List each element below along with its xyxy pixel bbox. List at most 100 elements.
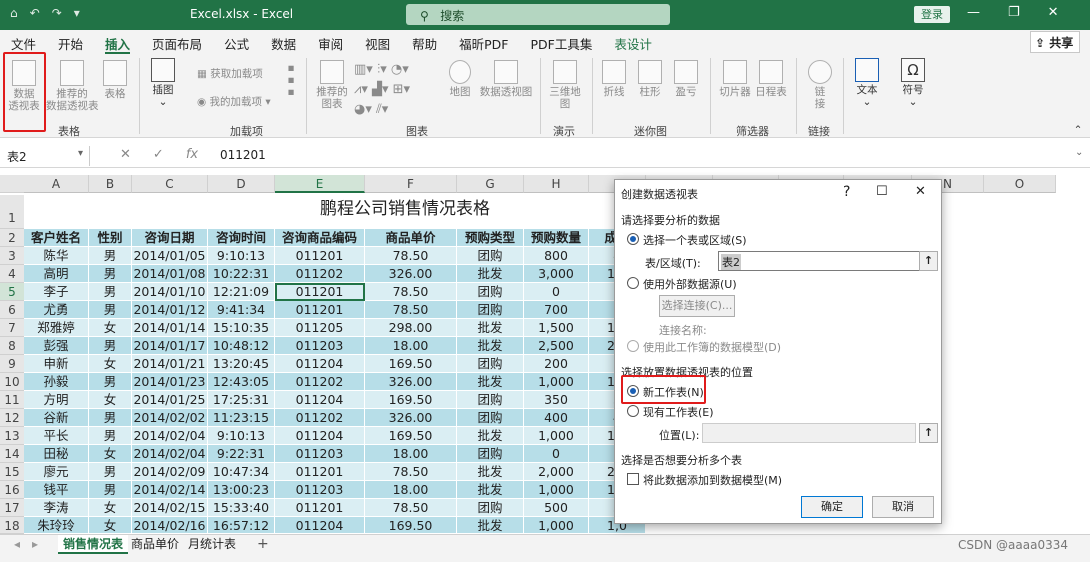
table-cell[interactable]: 18.00 (365, 445, 457, 463)
map-button[interactable]: 地图 (448, 60, 472, 98)
table-cell[interactable]: 10:48:12 (208, 337, 275, 355)
table-cell[interactable]: 男 (89, 427, 132, 445)
table-cell[interactable]: 13:20:45 (208, 355, 275, 373)
table-cell[interactable]: 11:23:15 (208, 409, 275, 427)
sheet-tab-price[interactable]: 商品单价 (126, 535, 184, 554)
table-cell[interactable]: 2014/02/15 (132, 499, 208, 517)
table-cell[interactable]: 批发 (457, 337, 524, 355)
table-cell[interactable]: 2014/01/17 (132, 337, 208, 355)
table-cell[interactable]: 700 (524, 301, 589, 319)
table-cell[interactable]: 田秘 (24, 445, 89, 463)
table-cell[interactable]: 2014/01/21 (132, 355, 208, 373)
table-cell[interactable]: 团购 (457, 247, 524, 265)
table-cell[interactable]: 女 (89, 499, 132, 517)
table-cell[interactable]: 2014/01/08 (132, 265, 208, 283)
visio-icon[interactable]: ▪ ▪ ▪ (284, 62, 298, 98)
ok-button[interactable]: 确定 (801, 496, 863, 518)
column-header-B[interactable]: B (89, 175, 132, 193)
row-header-15[interactable]: 15 (0, 463, 24, 481)
table-cell[interactable]: 1,000 (524, 481, 589, 499)
add-to-data-model-checkbox[interactable] (627, 473, 639, 485)
table-cell[interactable]: 12:43:05 (208, 373, 275, 391)
table-cell[interactable]: 团购 (457, 391, 524, 409)
tab-10[interactable]: PDF工具集 (531, 30, 593, 54)
table-cell[interactable]: 350 (524, 391, 589, 409)
cancel-icon[interactable]: ✕ (120, 147, 131, 162)
table-cell[interactable]: 169.50 (365, 391, 457, 409)
column-header-G[interactable]: G (457, 175, 524, 193)
table-cell[interactable]: 2014/01/12 (132, 301, 208, 319)
table-cell[interactable]: 011202 (275, 409, 365, 427)
get-addins-button[interactable]: ▦ 获取加载项 (197, 68, 267, 80)
table-cell[interactable]: 高明 (24, 265, 89, 283)
minimize-icon[interactable]: — (967, 5, 980, 20)
namebox-dropdown-icon[interactable]: ▾ (78, 148, 83, 159)
table-cell[interactable]: 陈华 (24, 247, 89, 265)
table-cell[interactable]: 男 (89, 247, 132, 265)
table-cell[interactable]: 0 (524, 283, 589, 301)
expand-formula-icon[interactable]: ⌄ (1075, 147, 1083, 158)
row-header-9[interactable]: 9 (0, 355, 24, 373)
link-button[interactable]: 链 接 (806, 60, 834, 110)
table-cell[interactable]: 1,000 (524, 517, 589, 534)
table-header-cell[interactable]: 咨询商品编码 (275, 229, 365, 247)
table-header-cell[interactable]: 咨询时间 (208, 229, 275, 247)
column-header-D[interactable]: D (208, 175, 275, 193)
table-cell[interactable]: 团购 (457, 445, 524, 463)
tab-3[interactable]: 页面布局 (152, 30, 202, 54)
table-cell[interactable]: 方明 (24, 391, 89, 409)
range-input[interactable]: 表2 (718, 251, 920, 271)
table-cell[interactable]: 尤勇 (24, 301, 89, 319)
table-cell[interactable]: 011205 (275, 319, 365, 337)
autosave-icon[interactable]: ⌂ (10, 6, 18, 20)
table-cell[interactable]: 78.50 (365, 247, 457, 265)
table-header-cell[interactable]: 预购类型 (457, 229, 524, 247)
login-button[interactable]: 登录 (914, 6, 950, 23)
table-cell[interactable]: 2,500 (524, 337, 589, 355)
sheet-tab-monthly[interactable]: 月统计表 (183, 535, 241, 554)
dialog-close-icon[interactable]: ✕ (915, 184, 926, 199)
table-cell[interactable]: 326.00 (365, 409, 457, 427)
row-header-2[interactable]: 2 (0, 229, 24, 247)
table-cell[interactable]: 2014/01/25 (132, 391, 208, 409)
tab-5[interactable]: 数据 (271, 30, 296, 54)
chart-type-icons[interactable]: ▥▾ ⫶▾ ◔▾ ⩘▾ ▟▾ ⊞▾ ◕▾ ⫽▾ (354, 60, 444, 120)
column-header-E[interactable]: E (275, 175, 365, 193)
table-cell[interactable]: 女 (89, 319, 132, 337)
table-header-cell[interactable]: 预购数量 (524, 229, 589, 247)
table-cell[interactable]: 郑雅婷 (24, 319, 89, 337)
table-cell[interactable]: 18.00 (365, 481, 457, 499)
illustrations-button[interactable]: 插图 ⌄ (147, 58, 179, 108)
table-cell[interactable]: 10:22:31 (208, 265, 275, 283)
tab-11[interactable]: 表设计 (614, 30, 652, 54)
table-cell[interactable]: 326.00 (365, 373, 457, 391)
table-cell[interactable]: 15:10:35 (208, 319, 275, 337)
table-cell[interactable]: 彭强 (24, 337, 89, 355)
close-icon[interactable]: ✕ (1048, 5, 1059, 20)
table-cell[interactable]: 011201 (275, 283, 365, 301)
table-cell[interactable]: 钱平 (24, 481, 89, 499)
row-header-6[interactable]: 6 (0, 301, 24, 319)
radio-existing-worksheet[interactable] (627, 405, 639, 417)
tab-1[interactable]: 开始 (58, 30, 83, 54)
table-cell[interactable]: 2014/02/04 (132, 445, 208, 463)
row-header-12[interactable]: 12 (0, 409, 24, 427)
customize-icon[interactable]: ▾ (74, 6, 80, 20)
table-cell[interactable]: 批发 (457, 463, 524, 481)
tab-7[interactable]: 视图 (365, 30, 390, 54)
table-cell[interactable]: 男 (89, 301, 132, 319)
table-cell[interactable]: 400 (524, 409, 589, 427)
table-cell[interactable]: 78.50 (365, 301, 457, 319)
table-cell[interactable]: 0 (524, 445, 589, 463)
table-cell[interactable]: 298.00 (365, 319, 457, 337)
table-cell[interactable]: 169.50 (365, 355, 457, 373)
table-cell[interactable]: 孙毅 (24, 373, 89, 391)
symbols-button[interactable]: Ω 符号 ⌄ (898, 58, 928, 108)
table-cell[interactable]: 18.00 (365, 337, 457, 355)
table-cell[interactable]: 男 (89, 481, 132, 499)
redo-icon[interactable]: ↷ (52, 6, 62, 20)
table-cell[interactable]: 团购 (457, 301, 524, 319)
choose-connection-button[interactable]: 选择连接(C)... (659, 295, 735, 317)
row-header-18[interactable]: 18 (0, 517, 24, 534)
table-cell[interactable]: 9:10:13 (208, 247, 275, 265)
